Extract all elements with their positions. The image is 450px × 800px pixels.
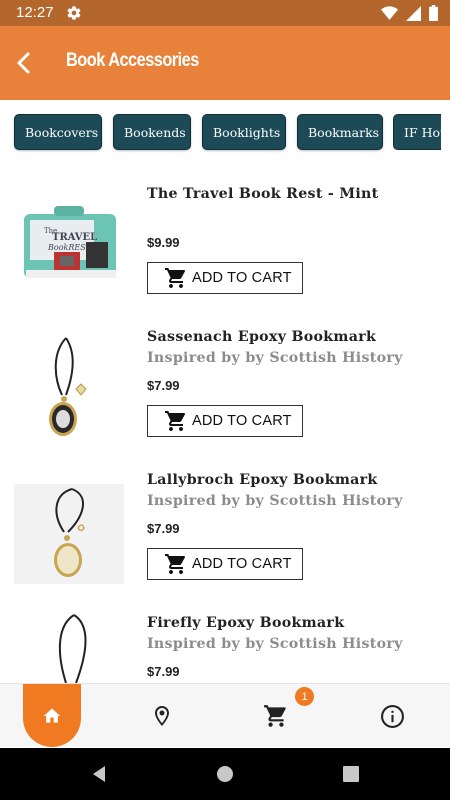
info-icon — [380, 704, 404, 728]
nav-info-button[interactable] — [378, 702, 406, 730]
battery-icon — [429, 5, 438, 21]
nav-cart-button[interactable] — [262, 702, 290, 730]
add-to-cart-label: ADD TO CART — [192, 413, 292, 429]
chip-booklights[interactable]: Booklights — [202, 114, 286, 150]
system-recents-icon[interactable] — [341, 764, 361, 784]
product-price: $9.99 — [147, 235, 180, 250]
bottom-navigation: 1 — [0, 683, 450, 747]
travel-thumb-travel: TRAVEL — [52, 232, 97, 243]
product-subtitle: Inspired by by Scottish History — [147, 350, 403, 366]
add-to-cart-button[interactable]: ADD TO CART — [147, 262, 303, 294]
add-to-cart-label: ADD TO CART — [192, 556, 292, 572]
product-price: $7.99 — [147, 664, 180, 679]
cellular-signal-icon — [406, 5, 421, 21]
chip-if-hou[interactable]: IF Hou — [393, 114, 441, 150]
chip-clip: IF Hou — [393, 114, 441, 150]
product-subtitle: Inspired by by Scottish History — [147, 636, 403, 652]
product-card[interactable]: The TRAVEL BookREST The Travel Book Rest… — [0, 180, 450, 323]
settings-gear-icon — [67, 6, 81, 20]
app-bar: Book Accessories — [0, 26, 450, 100]
product-card[interactable]: Sassenach Epoxy Bookmark Inspired by by … — [0, 323, 450, 466]
home-icon — [43, 708, 61, 723]
product-title: Firefly Epoxy Bookmark — [147, 615, 345, 631]
status-time: 12:27 — [16, 4, 54, 21]
product-title: Sassenach Epoxy Bookmark — [147, 329, 377, 345]
nav-location-button[interactable] — [148, 702, 176, 730]
back-arrow-icon[interactable] — [10, 48, 38, 78]
category-chips: Bookcovers Bookends Booklights Bookmarks — [14, 114, 383, 150]
cart-icon — [264, 705, 286, 727]
chip-bookmarks[interactable]: Bookmarks — [297, 114, 383, 150]
cart-count-badge: 1 — [295, 687, 314, 706]
add-to-cart-button[interactable]: ADD TO CART — [147, 548, 303, 580]
system-home-icon[interactable] — [215, 764, 235, 784]
product-image-lallybroch-bookmark — [14, 484, 124, 584]
cart-icon — [165, 554, 186, 574]
product-subtitle: Inspired by by Scottish History — [147, 493, 403, 509]
page-title: Book Accessories — [66, 50, 199, 71]
product-price: $7.99 — [147, 378, 180, 393]
location-pin-icon — [155, 706, 169, 726]
system-navigation-bar — [0, 748, 450, 800]
product-image-firefly-bookmark — [58, 614, 87, 683]
product-title: The Travel Book Rest - Mint — [147, 186, 379, 202]
product-title: Lallybroch Epoxy Bookmark — [147, 472, 378, 488]
system-back-icon[interactable] — [89, 764, 109, 784]
product-price: $7.99 — [147, 521, 180, 536]
add-to-cart-label: ADD TO CART — [192, 270, 292, 286]
travel-thumb-bookrest: BookREST — [47, 243, 92, 252]
cart-icon — [165, 411, 186, 431]
chip-bookends[interactable]: Bookends — [113, 114, 191, 150]
product-card[interactable]: Firefly Epoxy Bookmark Inspired by by Sc… — [0, 609, 450, 683]
status-bar: 12:27 — [0, 0, 450, 26]
add-to-cart-button[interactable]: ADD TO CART — [147, 405, 303, 437]
cart-icon — [165, 268, 186, 288]
product-image-travel-book-rest: The TRAVEL BookREST — [24, 206, 116, 278]
wifi-icon — [381, 5, 398, 20]
nav-home-button[interactable] — [23, 684, 81, 747]
chip-bookcovers[interactable]: Bookcovers — [14, 114, 102, 150]
product-card[interactable]: Lallybroch Epoxy Bookmark Inspired by by… — [0, 466, 450, 609]
product-image-sassenach-bookmark — [49, 337, 87, 436]
